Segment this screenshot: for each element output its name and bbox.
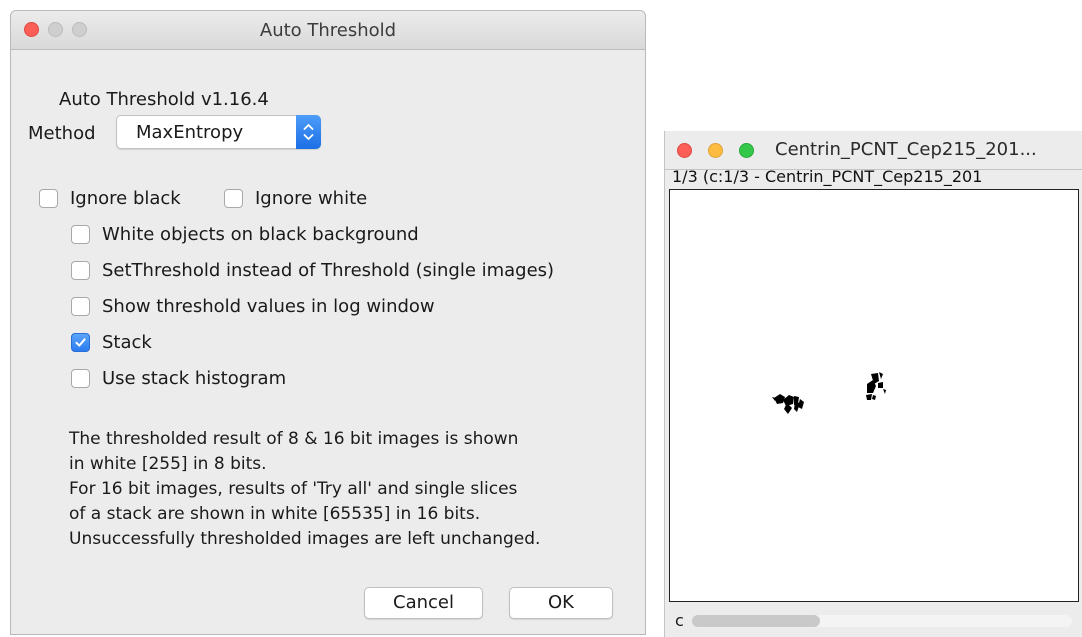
dialog-titlebar[interactable]: Auto Threshold [11,11,645,50]
stack-checkbox[interactable]: Stack [71,332,152,353]
info-line: The thresholded result of 8 & 16 bit ima… [69,429,519,449]
show-values-label: Show threshold values in log window [102,296,435,317]
cancel-button[interactable]: Cancel [364,587,483,619]
ignore-black-checkbox[interactable]: Ignore black [39,188,181,209]
info-line: of a stack are shown in white [65535] in… [69,504,481,524]
dialog-title: Auto Threshold [259,20,397,41]
white-objects-checkbox[interactable]: White objects on black background [71,224,419,245]
ignore-black-label: Ignore black [70,188,181,209]
method-value: MaxEntropy [136,122,244,143]
white-objects-label: White objects on black background [102,224,419,245]
image-titlebar[interactable]: Centrin_PCNT_Cep215_201... [665,131,1082,170]
info-text: The thresholded result of 8 & 16 bit ima… [69,427,639,552]
checkmark-icon [75,338,86,347]
image-canvas[interactable] [669,189,1079,602]
channel-slider[interactable] [692,615,1072,627]
image-minimize-button[interactable] [708,143,723,158]
ignore-white-box[interactable] [224,189,243,208]
image-close-button[interactable] [677,143,692,158]
image-window: Centrin_PCNT_Cep215_201... 1/3 (c:1/3 - … [664,131,1082,637]
image-subtitle: 1/3 (c:1/3 - Centrin_PCNT_Cep215_201 [672,167,983,186]
set-threshold-checkbox[interactable]: SetThreshold instead of Threshold (singl… [71,260,554,281]
method-select[interactable]: MaxEntropy [116,115,321,149]
channel-slider-thumb[interactable] [692,615,820,627]
info-line: For 16 bit images, results of 'Try all' … [69,479,518,499]
set-threshold-box[interactable] [71,261,90,280]
select-arrows-icon [296,115,321,149]
set-threshold-label: SetThreshold instead of Threshold (singl… [102,260,555,281]
object-blob-right [866,372,886,400]
stack-label: Stack [102,332,152,353]
stack-box[interactable] [71,333,90,352]
method-label: Method [28,123,96,144]
plugin-version: Auto Threshold v1.16.4 [59,89,269,110]
stack-histogram-checkbox[interactable]: Use stack histogram [71,368,286,389]
info-line: Unsuccessfully thresholded images are le… [69,529,541,549]
stack-histogram-label: Use stack histogram [102,368,287,389]
image-zoom-button[interactable] [739,143,754,158]
thresholded-image [772,372,886,414]
object-blob-left [772,394,804,414]
channel-slider-label: c [675,611,684,630]
image-window-title: Centrin_PCNT_Cep215_201... [775,139,1037,160]
show-values-box[interactable] [71,297,90,316]
stack-histogram-box[interactable] [71,369,90,388]
ignore-black-box[interactable] [39,189,58,208]
ignore-white-label: Ignore white [255,188,368,209]
ok-button[interactable]: OK [509,587,613,619]
info-line: in white [255] in 8 bits. [69,454,267,474]
auto-threshold-dialog: Auto Threshold Auto Threshold v1.16.4 Me… [10,10,646,635]
white-objects-box[interactable] [71,225,90,244]
ignore-white-checkbox[interactable]: Ignore white [224,188,367,209]
show-values-checkbox[interactable]: Show threshold values in log window [71,296,435,317]
